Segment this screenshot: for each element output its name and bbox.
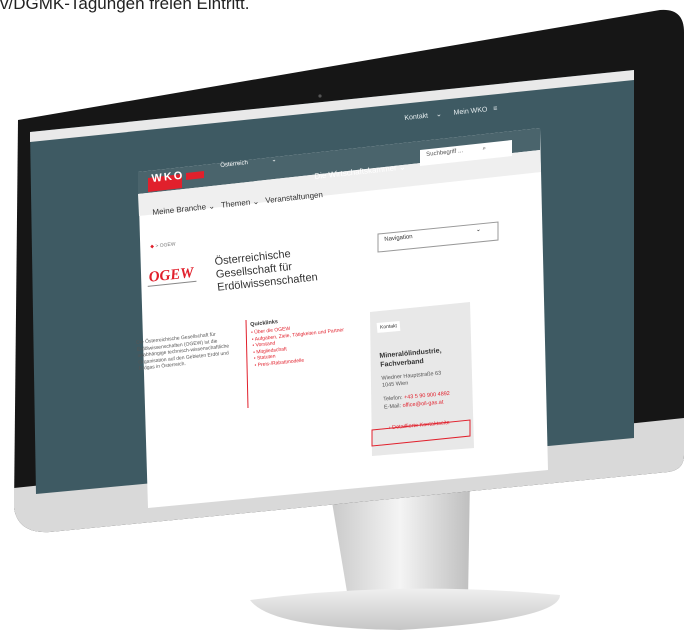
contact-details-button[interactable]: › Detaillierte Kontaktseite xyxy=(385,415,482,433)
org-description: Die Österreichische Gesellschaft für Erd… xyxy=(136,331,230,372)
contact-box: Kontakt Mineralölindustrie, Fachverband … xyxy=(376,308,482,434)
menu-item-veranstaltungen[interactable]: Veranstaltungen xyxy=(265,190,323,205)
quicklinks: Quicklinks • Über die OGEW • Aufgaben, Z… xyxy=(250,311,364,369)
email-link[interactable]: office@oil-gas.at xyxy=(402,399,443,409)
menu-icon[interactable]: ≡ xyxy=(493,105,498,112)
contact-title: Kontakt xyxy=(376,320,401,333)
email-label: E-Mail: xyxy=(383,403,402,411)
menu-item-meine-branche[interactable]: Meine Branche xyxy=(152,202,206,217)
browser-topnav: Kontakt ⌄ Mein WKO ≡ xyxy=(404,104,498,122)
chevron-down-icon: ⌄ xyxy=(475,226,482,234)
main-menu: Meine Branche ⌄ Themen ⌄ Veranstaltungen xyxy=(152,190,324,217)
search-icon[interactable]: ⌕ xyxy=(482,146,486,152)
arrow-icon: › xyxy=(388,425,391,432)
breadcrumb: ◆ > OGEW xyxy=(150,241,176,250)
chevron-down-icon: ⌄ xyxy=(435,111,443,119)
org-name: Österreichische Gesellschaft für Erdölwi… xyxy=(214,248,319,294)
chevron-down-icon: ⌄ xyxy=(271,157,277,164)
region-select[interactable]: Österreich ⌄ xyxy=(220,156,277,169)
home-icon[interactable]: ◆ xyxy=(150,244,154,250)
navigation-select[interactable]: Navigation ⌄ xyxy=(384,226,481,243)
topnav-kontakt[interactable]: Kontakt xyxy=(404,113,428,122)
contact-name: Mineralölindustrie, Fachverband xyxy=(379,347,442,369)
menu-item-wirtschaftskammer[interactable]: Die Wirtschaftskammer ⌄ xyxy=(314,162,406,181)
topnav-mein-wko[interactable]: Mein WKO xyxy=(453,106,487,116)
menu-item-themen[interactable]: Themen xyxy=(221,198,251,210)
ogew-logo: OGEW xyxy=(146,264,197,287)
search-input[interactable]: Suchbegriff ... ⌕ xyxy=(426,146,486,159)
wko-logo[interactable]: WKO xyxy=(151,170,185,185)
